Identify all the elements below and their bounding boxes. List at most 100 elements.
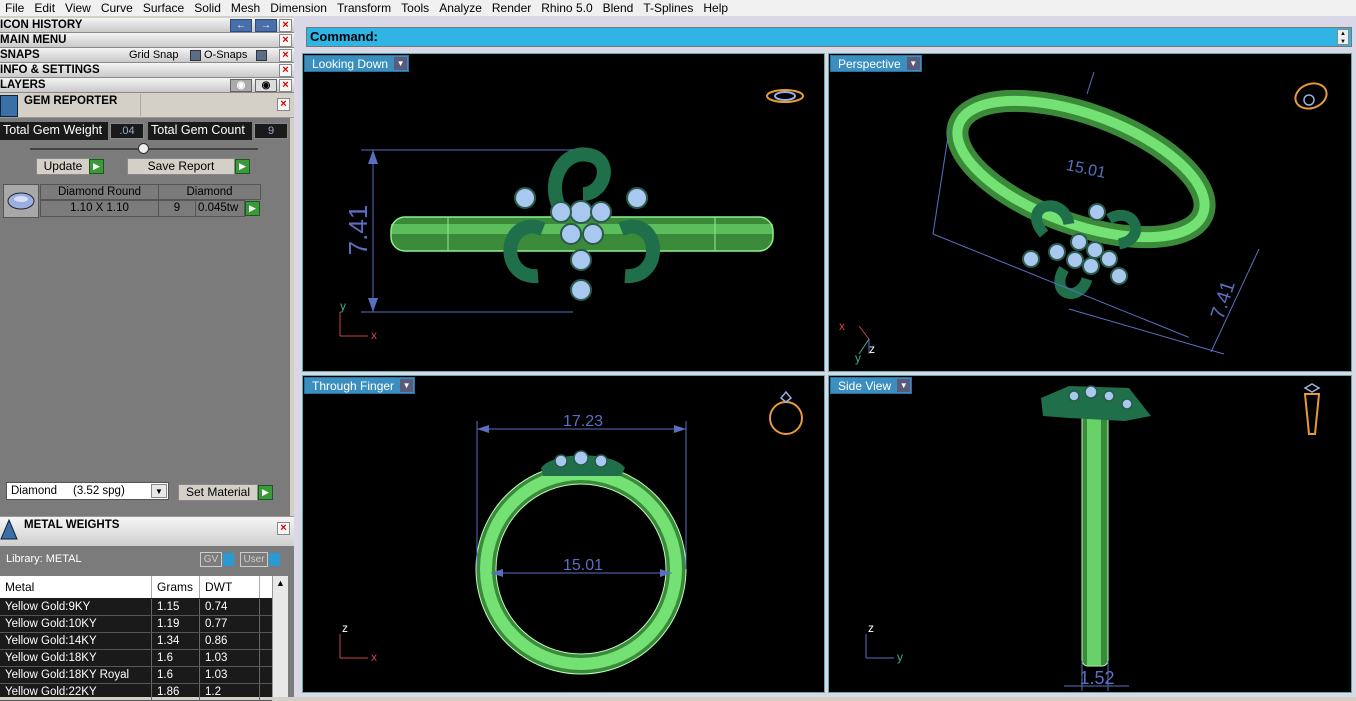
metal-cell: Yellow Gold:18KY: [0, 650, 152, 666]
extension-line: [932, 129, 950, 235]
gem-row-go-icon[interactable]: ▶: [245, 201, 260, 216]
metal-cell: Yellow Gold:9KY: [0, 599, 152, 615]
table-row[interactable]: Yellow Gold:10KY 1.19 0.77: [0, 616, 272, 633]
table-row[interactable]: Yellow Gold:18KY Royal 1.6 1.03: [0, 667, 272, 684]
gem: [1110, 267, 1128, 285]
icon-history-label: ICON HISTORY: [0, 19, 83, 31]
dwt-col-header[interactable]: DWT: [200, 576, 260, 598]
table-row[interactable]: Yellow Gold:18KY 1.6 1.03: [0, 650, 272, 667]
layer-visibility-icon[interactable]: ◉: [230, 79, 252, 92]
menu-blend[interactable]: Blend: [598, 0, 639, 16]
user-toggle[interactable]: User: [240, 552, 268, 567]
main-menu-label: MAIN MENU: [0, 34, 67, 46]
snaps-header[interactable]: SNAPS Grid Snap O-Snaps ×: [0, 48, 294, 63]
menu-rhino[interactable]: Rhino 5.0: [536, 0, 597, 16]
menu-transform[interactable]: Transform: [332, 0, 396, 16]
menu-view[interactable]: View: [60, 0, 96, 16]
update-button[interactable]: Update: [36, 158, 90, 175]
menu-tools[interactable]: Tools: [396, 0, 434, 16]
menu-solid[interactable]: Solid: [189, 0, 226, 16]
dwt-cell: 0.77: [200, 616, 260, 632]
chevron-down-icon[interactable]: ▼: [151, 484, 167, 498]
update-go-icon[interactable]: ▶: [89, 159, 104, 174]
menu-help[interactable]: Help: [698, 0, 733, 16]
menu-surface[interactable]: Surface: [138, 0, 189, 16]
scroll-up-icon[interactable]: ▲: [273, 576, 288, 590]
axis-y-label: y: [340, 299, 346, 313]
save-report-go-icon[interactable]: ▶: [235, 159, 250, 174]
viewport-looking-down[interactable]: Looking Down ▼ 7.41 y x: [302, 53, 825, 372]
gem: [1022, 250, 1040, 268]
gv-toggle[interactable]: GV: [200, 552, 222, 567]
menu-curve[interactable]: Curve: [96, 0, 138, 16]
osnaps-toggle[interactable]: [256, 50, 267, 61]
close-icon[interactable]: ×: [279, 19, 292, 32]
axis-y-label: y: [855, 351, 861, 365]
close-icon[interactable]: ×: [279, 49, 292, 62]
back-arrow-icon[interactable]: ←: [230, 19, 252, 32]
gem: [554, 454, 568, 468]
set-material-go-icon[interactable]: ▶: [258, 485, 273, 500]
metal-col-header[interactable]: Metal: [0, 576, 152, 598]
library-label: Library: METAL: [6, 553, 82, 565]
close-icon[interactable]: ×: [277, 522, 290, 535]
user-toggle-icon[interactable]: [269, 553, 280, 566]
dwt-cell: 1.03: [200, 650, 260, 666]
command-scroll-icon[interactable]: ▲ ▼: [1337, 29, 1349, 45]
gem-thumbnail[interactable]: [3, 184, 39, 218]
gem-size-cell: 1.10 X 1.10: [40, 200, 159, 217]
eye-icon[interactable]: ◉: [255, 79, 277, 92]
gem-count-cell: 9: [158, 200, 196, 217]
snaps-label: SNAPS: [0, 49, 40, 61]
gem: [590, 201, 612, 223]
grams-col-header[interactable]: Grams: [152, 576, 200, 598]
gem: [514, 187, 536, 209]
gem: [582, 223, 604, 245]
set-material-button[interactable]: Set Material: [178, 484, 258, 501]
total-gem-weight-value: .04: [110, 123, 144, 139]
close-icon[interactable]: ×: [279, 34, 292, 47]
forward-arrow-icon[interactable]: →: [255, 19, 277, 32]
save-report-button[interactable]: Save Report: [127, 158, 235, 175]
grid-snap-toggle[interactable]: [190, 50, 201, 61]
gv-toggle-icon[interactable]: [223, 553, 234, 566]
viewport-side-view[interactable]: Side View ▼ 1.52 z y: [828, 375, 1352, 693]
viewport-perspective[interactable]: Perspective ▼ 15.01 7.41 x z y: [828, 53, 1352, 372]
metal-weights-title: METAL WEIGHTS: [24, 519, 120, 531]
info-settings-header[interactable]: INFO & SETTINGS ×: [0, 63, 294, 78]
osnaps-label[interactable]: O-Snaps: [204, 48, 247, 62]
gem-material-cell: Diamond: [158, 184, 261, 200]
close-icon[interactable]: ×: [277, 98, 290, 111]
menu-tsplines[interactable]: T-Splines: [638, 0, 698, 16]
gem: [594, 454, 608, 468]
menu-render[interactable]: Render: [487, 0, 536, 16]
close-icon[interactable]: ×: [279, 79, 292, 92]
dwt-cell: 0.86: [200, 633, 260, 649]
axis-x-label: x: [371, 650, 377, 664]
arrow-head: [368, 298, 378, 312]
table-row[interactable]: Yellow Gold:9KY 1.15 0.74: [0, 599, 272, 616]
menu-mesh[interactable]: Mesh: [226, 0, 265, 16]
layers-header[interactable]: LAYERS ◉ ◉ ×: [0, 78, 294, 93]
table-row[interactable]: Yellow Gold:22KY 1.86 1.2: [0, 684, 272, 701]
close-icon[interactable]: ×: [279, 64, 292, 77]
icon-history-header[interactable]: ICON HISTORY ← → ×: [0, 18, 294, 33]
material-select[interactable]: Diamond (3.52 spg): [6, 482, 169, 500]
gem-slider-thumb[interactable]: [138, 143, 149, 154]
grid-snap-label[interactable]: Grid Snap: [129, 48, 179, 62]
metal-cell: Yellow Gold:14KY: [0, 633, 152, 649]
menu-dimension[interactable]: Dimension: [265, 0, 332, 16]
menu-file[interactable]: File: [0, 0, 29, 16]
dwt-cell: 0.74: [200, 599, 260, 615]
axis-z-label: z: [869, 342, 875, 356]
menu-edit[interactable]: Edit: [29, 0, 60, 16]
axis-x-label: x: [371, 328, 377, 342]
table-row[interactable]: Yellow Gold:14KY 1.34 0.86: [0, 633, 272, 650]
menu-analyze[interactable]: Analyze: [434, 0, 487, 16]
metal-cell: Yellow Gold:10KY: [0, 616, 152, 632]
main-menu-header[interactable]: MAIN MENU ×: [0, 33, 294, 48]
grams-cell: 1.19: [152, 616, 200, 632]
command-bar[interactable]: Command: ▲ ▼: [306, 27, 1352, 47]
metal-table-scrollbar[interactable]: ▲: [272, 576, 288, 697]
viewport-through-finger[interactable]: Through Finger ▼ 17.23 15.01 z x: [302, 375, 825, 693]
